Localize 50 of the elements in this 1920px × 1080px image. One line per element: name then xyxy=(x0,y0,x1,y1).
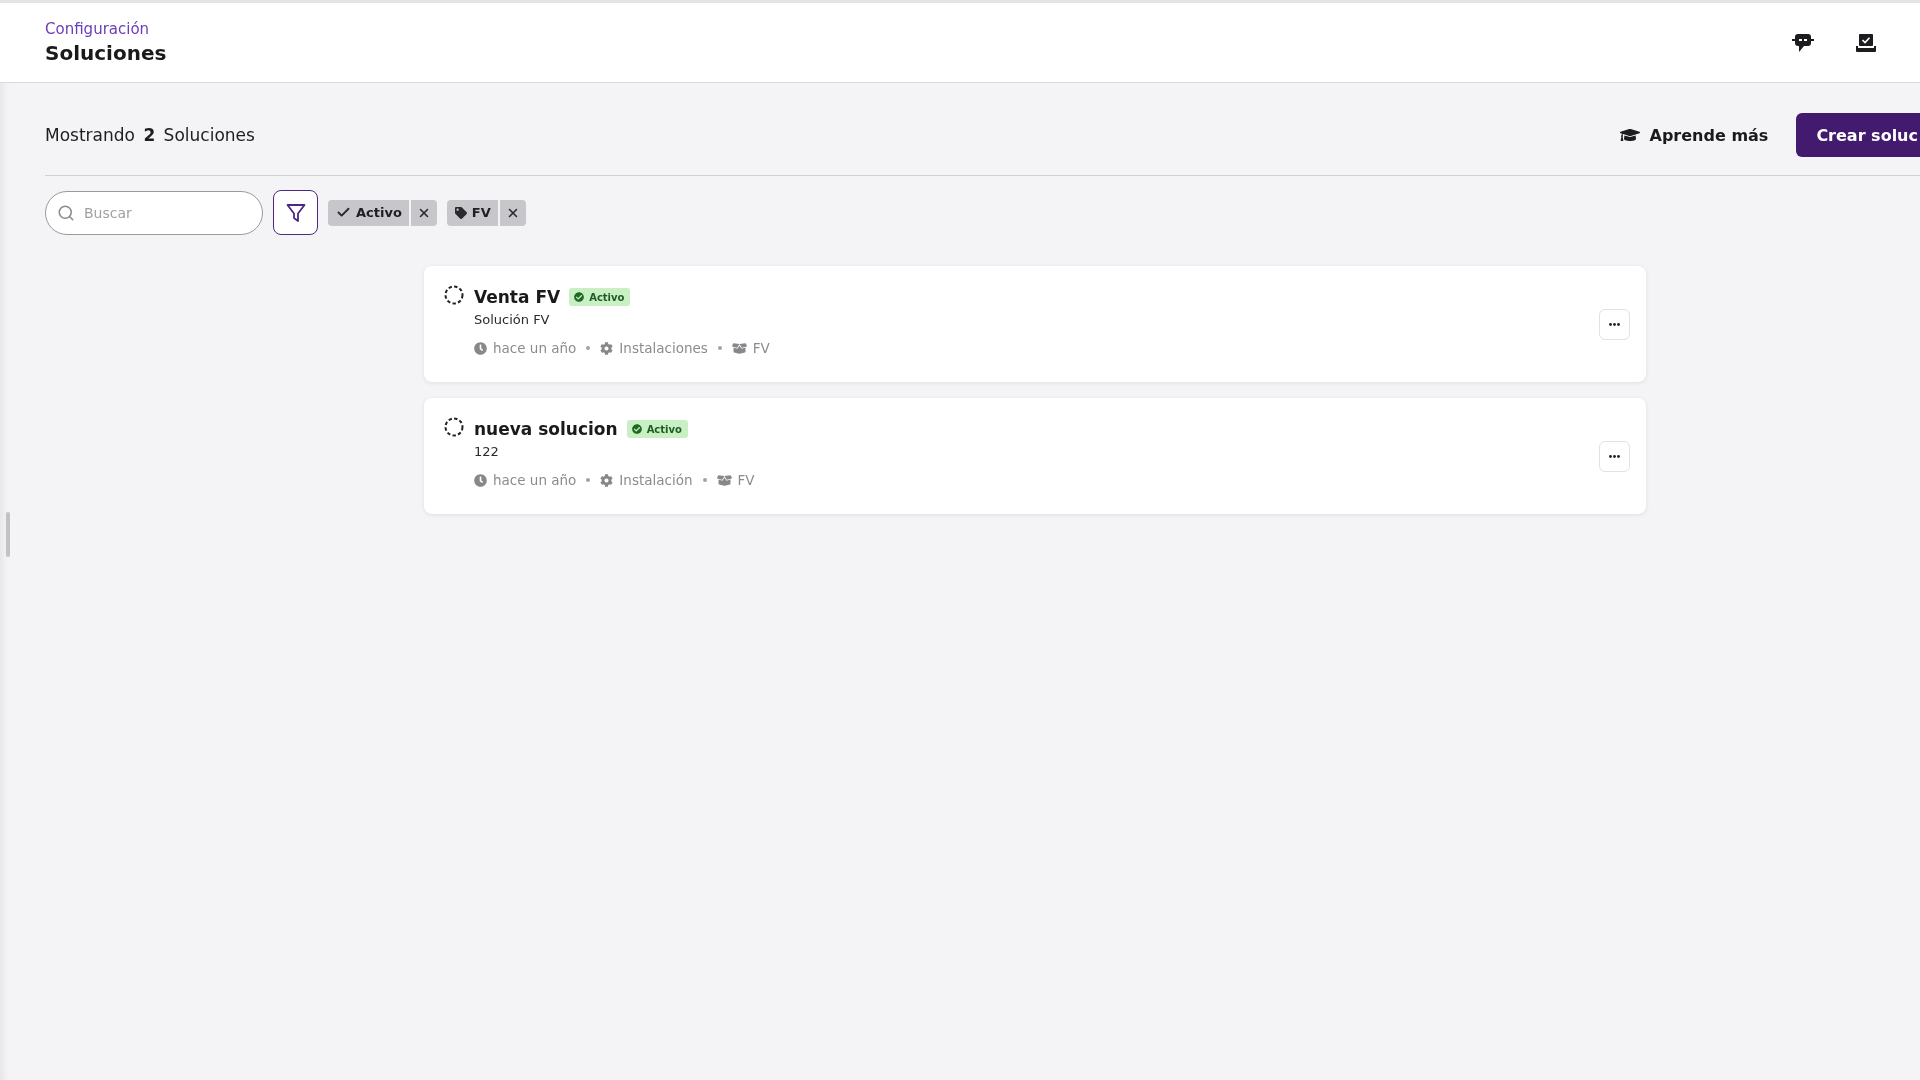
bullet-icon xyxy=(586,346,591,350)
learn-more-button[interactable]: Aprende más xyxy=(1619,119,1769,151)
filter-icon xyxy=(285,202,306,223)
updated-time: hace un año xyxy=(493,472,577,488)
group-label: FV xyxy=(752,340,770,356)
package-icon xyxy=(716,472,732,488)
clock-icon xyxy=(474,341,487,355)
more-button[interactable] xyxy=(1599,309,1630,340)
chat-bot-button[interactable] xyxy=(1792,32,1814,53)
search-field[interactable]: Buscar xyxy=(45,190,263,235)
check-icon xyxy=(336,205,351,220)
create-button[interactable]: Crear soluc xyxy=(1796,113,1920,157)
solution-card[interactable]: Venta FV Activo Solución FV hace un año Instalaciones FV xyxy=(424,266,1646,382)
remove-filter-button[interactable] xyxy=(410,199,437,226)
package-icon xyxy=(731,340,747,356)
solution-description: Solución FV xyxy=(474,312,550,327)
filter-chip[interactable]: Activo xyxy=(328,199,409,226)
resize-handle[interactable] xyxy=(6,512,10,557)
solution-title: nueva solucion xyxy=(474,419,618,439)
gear-icon xyxy=(600,341,614,355)
bullet-icon xyxy=(702,478,707,482)
laptop-check-button[interactable] xyxy=(1856,33,1876,52)
solution-description: 122 xyxy=(474,444,499,459)
category-label: Instalaciones xyxy=(619,340,708,356)
laptop-check-icon xyxy=(1856,33,1876,52)
solution-title: Venta FV xyxy=(474,287,561,307)
search-icon xyxy=(57,203,75,222)
dashed-circle-icon xyxy=(444,285,464,305)
bullet-icon xyxy=(717,346,722,350)
bullet-icon xyxy=(586,478,591,482)
remove-filter-button[interactable] xyxy=(499,199,526,226)
dashed-circle-icon xyxy=(444,417,464,437)
tag-icon xyxy=(454,206,467,219)
solution-card[interactable]: nueva solucion Activo 122 hace un año Instalación FV xyxy=(424,398,1646,514)
filter-chip[interactable]: FV xyxy=(446,199,498,226)
page-title: Soluciones xyxy=(45,41,167,65)
updated-time: hace un año xyxy=(493,340,577,356)
more-icon xyxy=(1609,455,1620,458)
gear-icon xyxy=(600,473,614,487)
category-label: Instalación xyxy=(619,472,693,488)
breadcrumb-link[interactable]: Configuración xyxy=(45,20,150,38)
results-summary: Mostrando 2 Soluciones xyxy=(45,125,255,145)
status-badge: Activo xyxy=(569,288,631,306)
chat-bot-icon xyxy=(1792,32,1814,53)
more-button[interactable] xyxy=(1599,441,1630,472)
group-label: FV xyxy=(737,472,755,488)
more-icon xyxy=(1609,323,1620,326)
clock-icon xyxy=(474,473,487,487)
status-badge: Activo xyxy=(626,420,688,438)
filter-button[interactable] xyxy=(273,190,318,235)
